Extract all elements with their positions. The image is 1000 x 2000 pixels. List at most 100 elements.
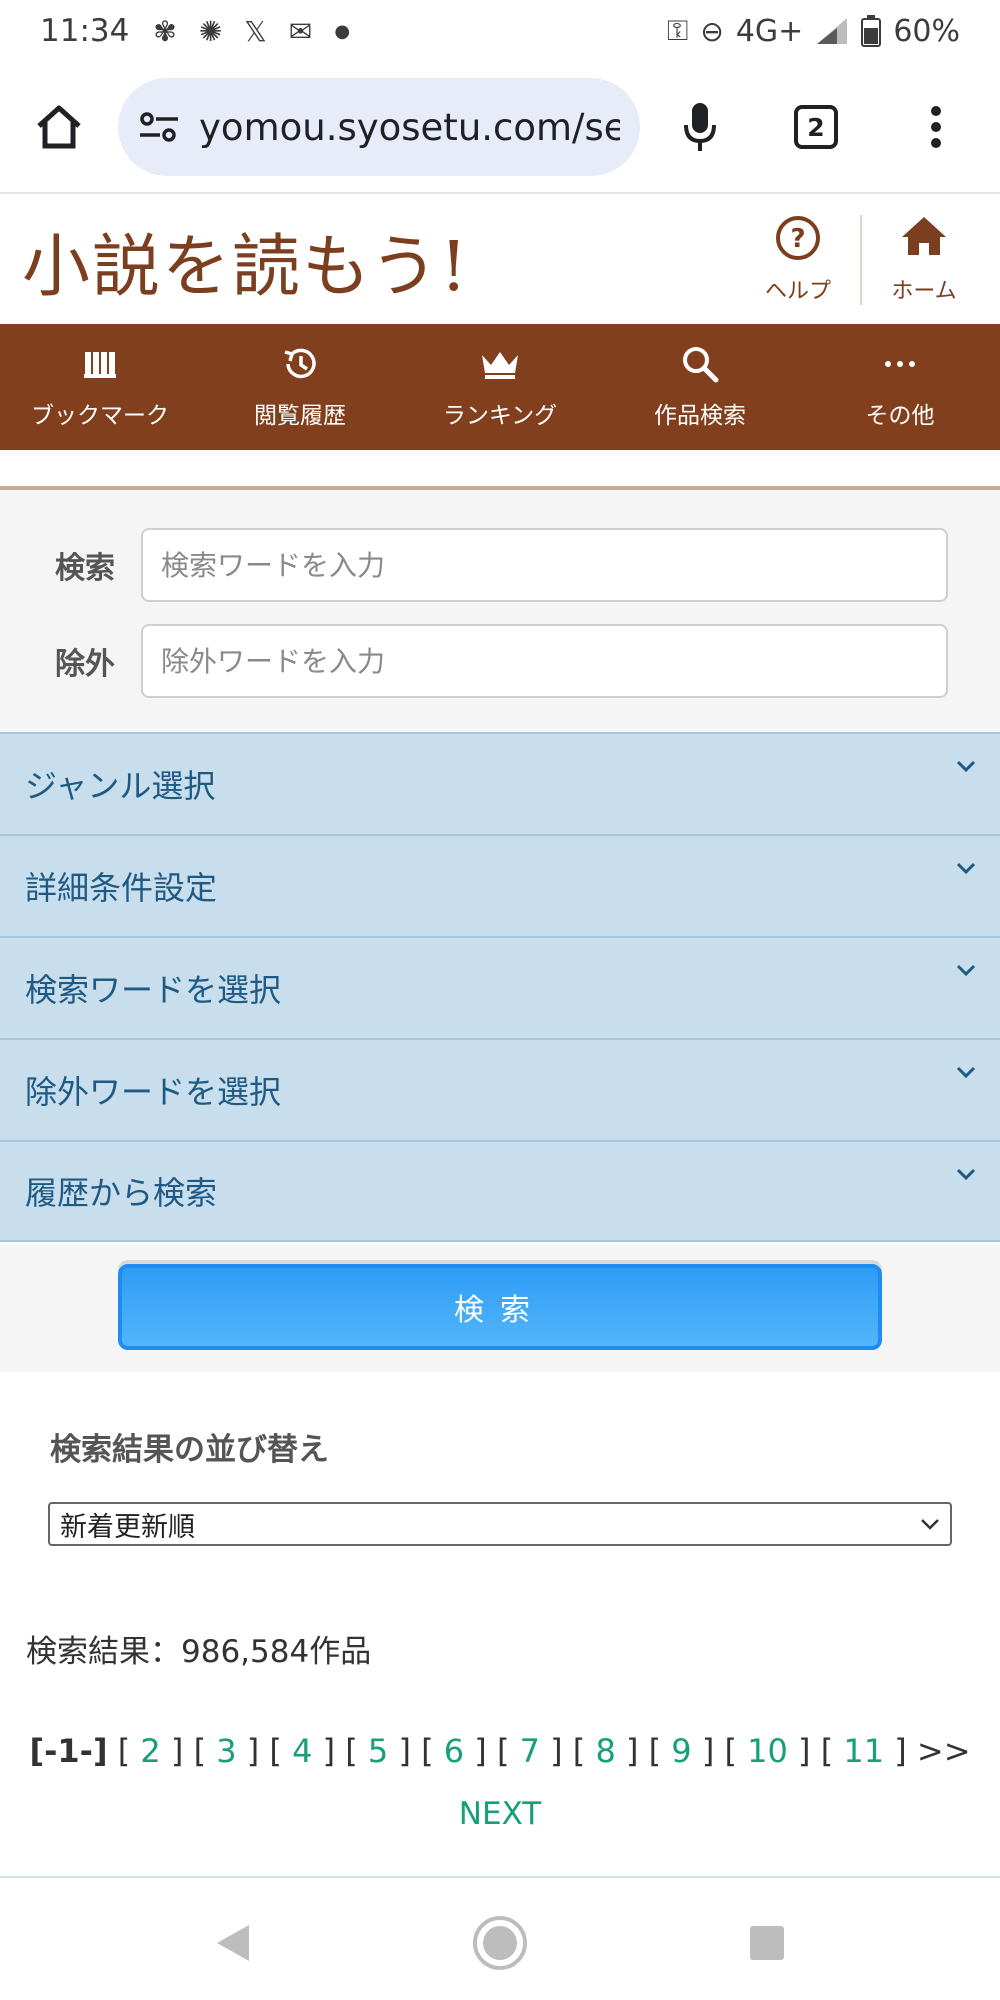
nav-label: ブックマーク [31,403,169,429]
nav-bookmark[interactable]: ブックマーク [0,324,200,450]
footer-separator [0,1876,1000,1878]
tab-switcher-button[interactable]: 2 [760,61,872,193]
exclude-label: 除外 [55,647,115,682]
more-pages-link[interactable]: >> [917,1732,971,1770]
accordion-label: 履歴から検索 [25,1174,218,1212]
page-link[interactable]: 3 [216,1732,236,1770]
dot-icon: ● [334,20,351,42]
address-bar[interactable]: yomou.syosetu.com/sea [118,78,640,176]
accordion-label: 除外ワードを選択 [25,1073,282,1111]
accordion-label: 詳細条件設定 [25,869,218,907]
home-label: ホーム [891,279,957,304]
site-logo[interactable]: 小説を読もう! [22,211,469,310]
key-icon: ⚿ [667,14,689,47]
dnd-icon: ⊖ [700,14,724,48]
main-nav: ブックマーク 閲覧履歴 ランキング 作品検索 その他 [0,324,1000,450]
page-link[interactable]: 9 [671,1732,691,1770]
page-link[interactable]: 10 [747,1732,788,1770]
exclude-input[interactable] [141,624,948,698]
voice-search-button[interactable] [640,61,760,193]
back-button[interactable] [188,1898,278,1988]
home-icon [37,105,81,149]
tab-count: 2 [794,105,838,149]
keyword-row: 検索 [0,528,1000,602]
nav-search[interactable]: 作品検索 [600,324,800,450]
nav-label: 閲覧履歴 [254,403,346,429]
results-count: 検索結果：986,584作品 [26,1634,372,1670]
next-page-link[interactable]: NEXT [0,1796,1000,1832]
status-bar: 11:34 ✾ ✺ 𝕏 ✉ ● ⚿ ⊖ 4G+ 60% [0,0,1000,62]
chevron-down-icon [956,1066,976,1078]
header-divider [860,215,862,305]
sort-title: 検索結果の並び替え [50,1432,329,1468]
page-link[interactable]: 11 [843,1732,884,1770]
battery-icon [861,15,882,47]
crown-icon [482,352,518,379]
accordion-keyword-select[interactable]: 検索ワードを選択 [0,936,1000,1038]
page-link[interactable]: 6 [444,1732,464,1770]
nav-more[interactable]: その他 [800,324,1000,450]
chevron-down-icon [956,760,976,772]
search-icon [683,347,719,383]
page-link[interactable]: 7 [520,1732,540,1770]
nav-ranking[interactable]: ランキング [400,324,600,450]
chevron-down-icon [956,862,976,874]
home-icon [902,217,946,255]
page-link[interactable]: 4 [292,1732,312,1770]
header-actions: ? ヘルプ ホーム [756,215,966,305]
more-vert-icon [931,106,941,148]
system-nav-bar [0,1886,1000,2000]
pagination: [-1-] [ 2 ] [ 3 ] [ 4 ] [ 5 ] [ 6 ] [ 7 … [29,1732,971,1770]
help-label: ヘルプ [764,279,831,304]
site-home-button[interactable]: ホーム [882,215,966,305]
status-right: ⚿ ⊖ 4G+ 60% [667,14,960,49]
keyword-input[interactable] [141,528,948,602]
search-form: 検索 除外 [0,490,1000,732]
accordion-detail[interactable]: 詳細条件設定 [0,834,1000,936]
page-link[interactable]: 2 [140,1732,160,1770]
accordion-history[interactable]: 履歴から検索 [0,1140,1000,1242]
accordion-exclude-select[interactable]: 除外ワードを選択 [0,1038,1000,1140]
search-button-area: 検索 [0,1244,1000,1372]
help-icon: ? [776,216,820,260]
recents-button[interactable] [722,1898,812,1988]
nav-label: ランキング [442,403,558,429]
nav-label: 作品検索 [654,403,746,429]
svg-text:?: ? [790,224,805,254]
screen: 11:34 ✾ ✺ 𝕏 ✉ ● ⚿ ⊖ 4G+ 60% yomou.syoset… [0,0,1000,2000]
sort-select[interactable]: 新着更新順 [48,1502,952,1546]
url-text: yomou.syosetu.com/sea [199,105,620,149]
status-time: 11:34 [40,13,130,49]
site-header: 小説を読もう! ? ヘルプ ホーム [0,196,1000,324]
accordion-genre[interactable]: ジャンル選択 [0,732,1000,834]
x-app-icon: 𝕏 [244,14,267,48]
notification-icons: ✾ ✺ 𝕏 ✉ ● [153,15,350,48]
help-button[interactable]: ? ヘルプ [756,215,840,305]
nav-label: その他 [865,403,935,429]
loading-circle-icon: ✺ [198,14,223,48]
bookshelf-icon [84,352,116,378]
keyword-label: 検索 [55,551,115,586]
recents-square-icon [749,1926,784,1960]
chevron-down-icon [956,964,976,976]
back-triangle-icon [217,1925,250,1961]
signal-icon [817,18,848,44]
browser-toolbar: yomou.syosetu.com/sea 2 [0,62,1000,194]
nav-history[interactable]: 閲覧履歴 [200,324,400,450]
page-link[interactable]: 5 [368,1732,388,1770]
site-settings-icon[interactable] [138,110,183,144]
more-icon [885,361,915,367]
chevron-down-icon [921,1519,939,1530]
browser-home-button[interactable] [0,61,118,193]
home-nav-button[interactable] [455,1898,545,1988]
pinwheel-app-icon: ✾ [153,14,177,48]
mail-icon: ✉ [288,14,313,48]
browser-menu-button[interactable] [872,61,1000,193]
mic-icon [684,103,716,151]
search-submit-button[interactable]: 検索 [118,1264,882,1350]
accordion-label: 検索ワードを選択 [25,971,282,1009]
page-link[interactable]: 8 [595,1732,615,1770]
search-options-accordion: ジャンル選択 詳細条件設定 検索ワードを選択 除外ワードを選択 履歴から検索 [0,732,1000,1242]
home-circle-icon [472,1916,527,1970]
current-page: [-1-] [29,1732,108,1770]
